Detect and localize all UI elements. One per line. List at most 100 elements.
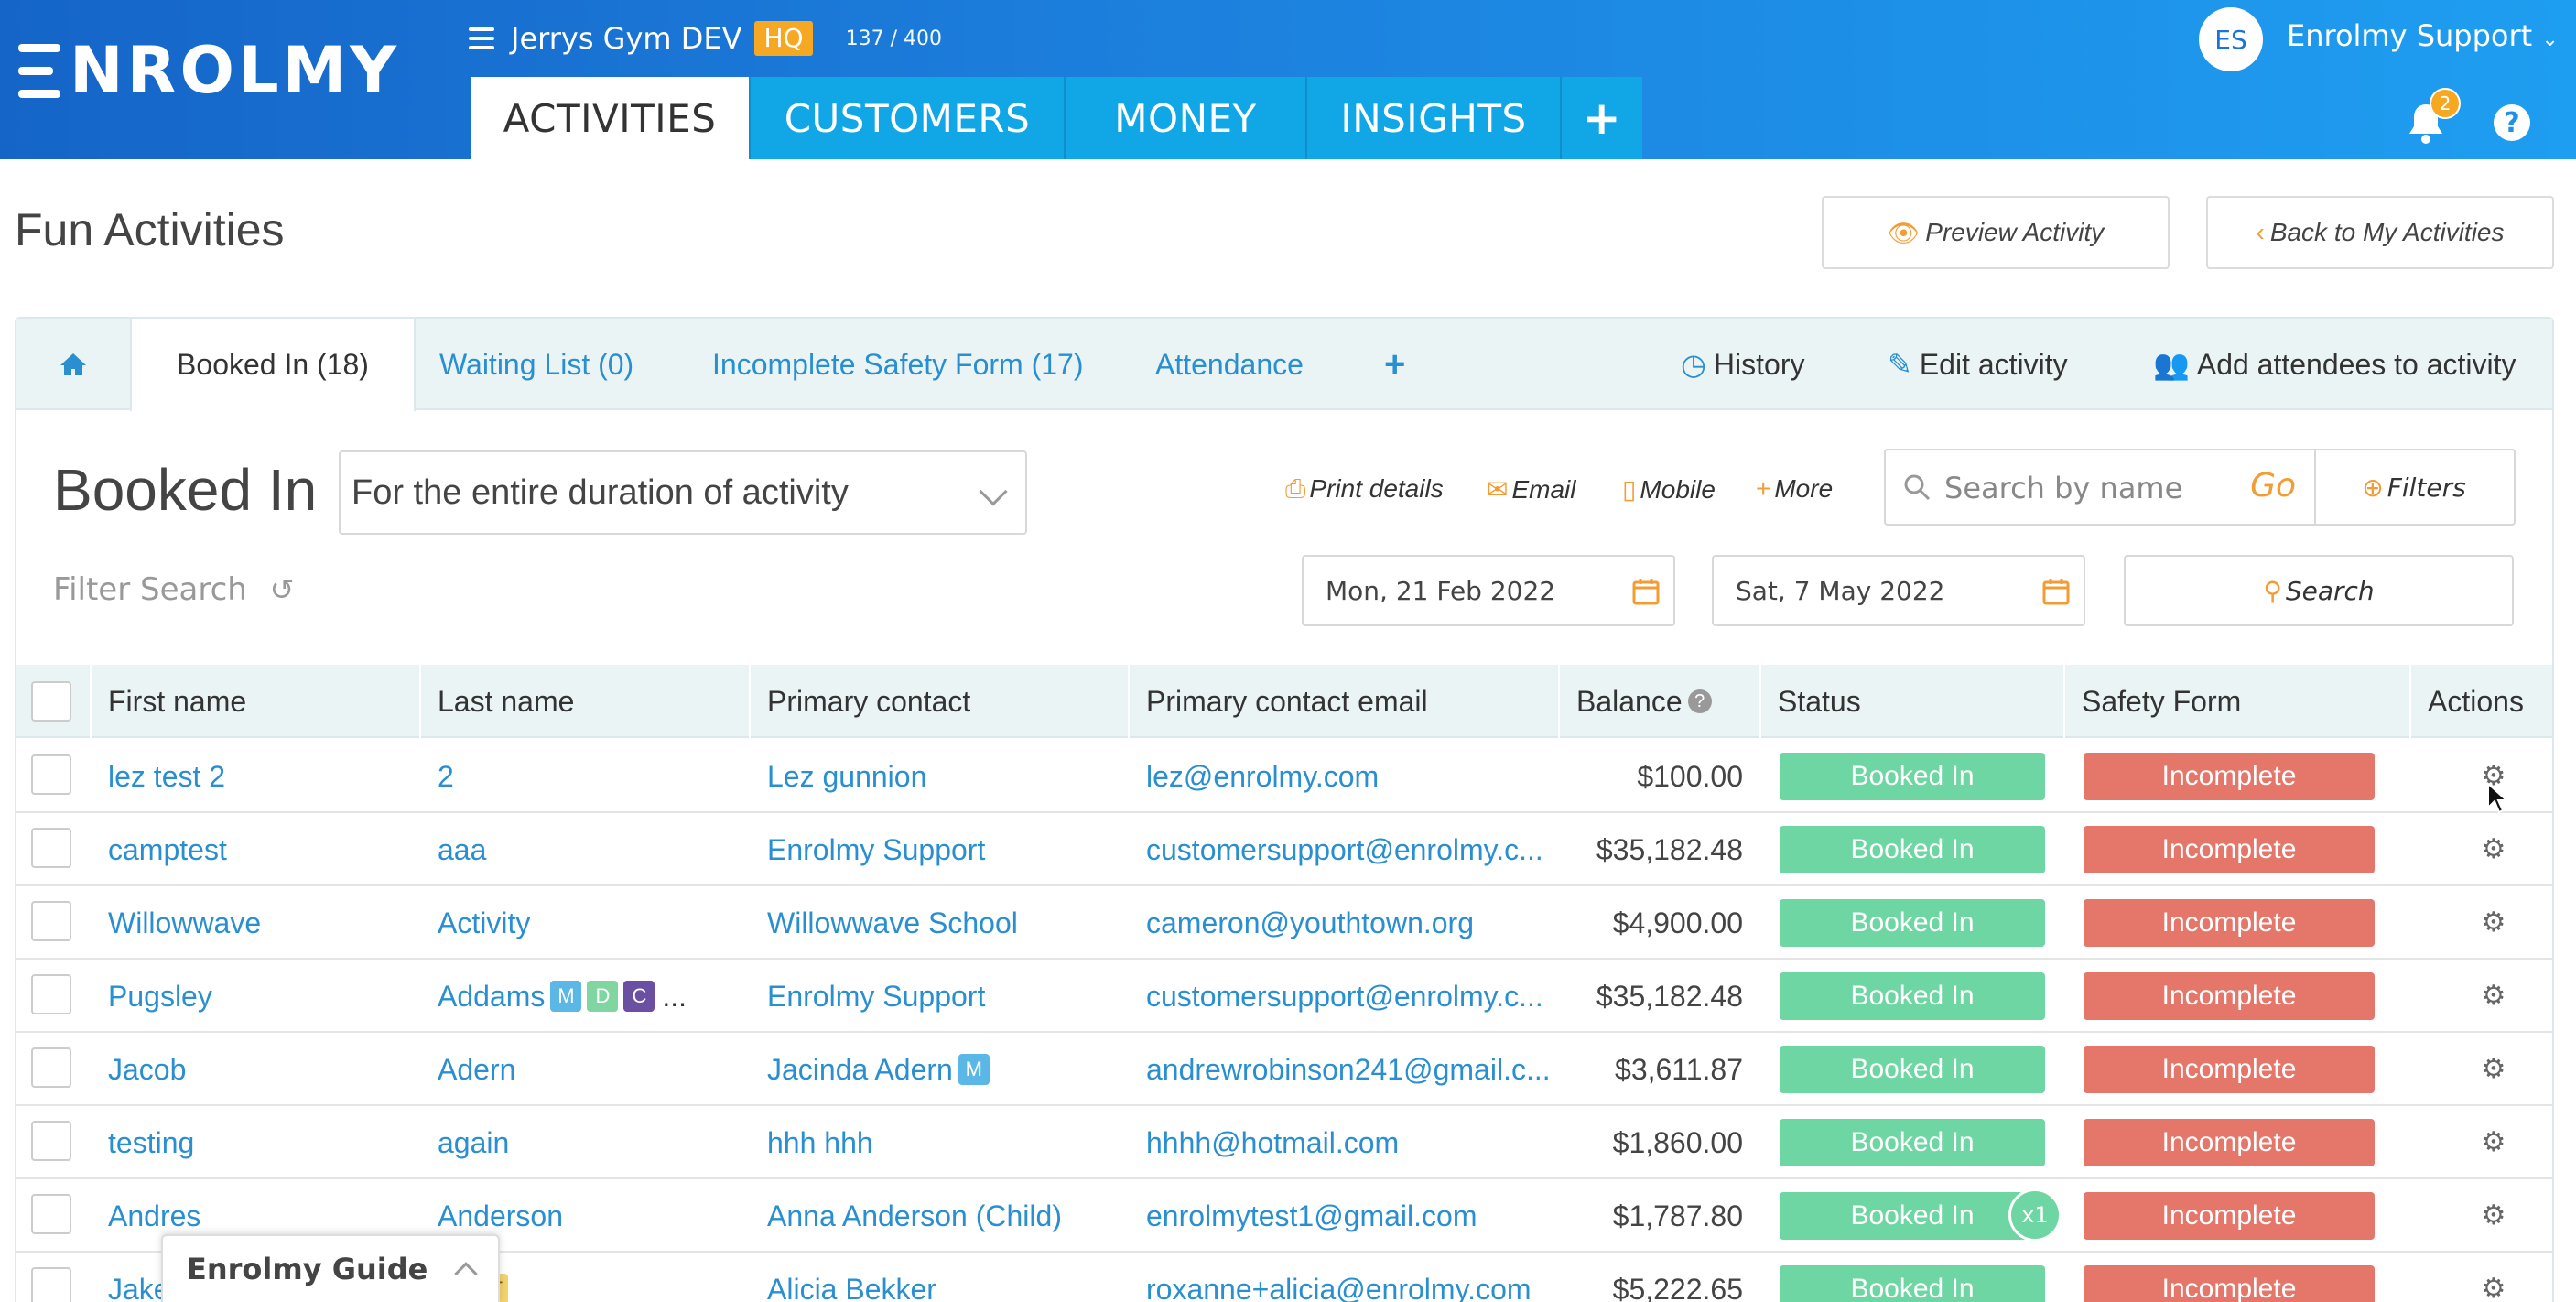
add-subtab-button[interactable]: +: [1384, 319, 1405, 410]
col-status[interactable]: Status: [1759, 665, 2065, 738]
filters-button[interactable]: ⊕ Filters: [2314, 449, 2516, 526]
first-name-link[interactable]: testing: [108, 1106, 419, 1179]
last-name-link[interactable]: again: [438, 1126, 509, 1160]
tab-activities[interactable]: ACTIVITIES: [471, 77, 751, 159]
status-badge[interactable]: Booked In: [1780, 1119, 2045, 1166]
tab-customers[interactable]: CUSTOMERS: [751, 77, 1066, 159]
last-name-link[interactable]: Addams: [438, 980, 545, 1014]
email-link[interactable]: customersupport@enrolmy.c...: [1146, 813, 1558, 886]
email-link[interactable]: enrolmytest1@gmail.com: [1146, 1179, 1558, 1253]
help-icon[interactable]: ?: [2494, 104, 2530, 141]
add-attendees-link[interactable]: 👥 Add attendees to activity: [2153, 319, 2516, 410]
home-tab[interactable]: [16, 319, 130, 410]
tab-waiting-list[interactable]: Waiting List (0): [439, 319, 633, 410]
preview-activity-button[interactable]: 👁 Preview Activity: [1822, 196, 2170, 269]
chevron-up-icon[interactable]: [454, 1262, 478, 1286]
question-circle-icon[interactable]: ?: [1687, 689, 1712, 713]
email-link[interactable]: andrewrobinson241@gmail.c...: [1146, 1033, 1558, 1106]
gear-icon[interactable]: ⚙: [2481, 836, 2506, 863]
col-primary-contact[interactable]: Primary contact: [749, 665, 1130, 738]
primary-contact-link[interactable]: hhh hhh: [767, 1126, 873, 1160]
primary-contact-link[interactable]: Willowwave School: [767, 906, 1018, 940]
col-primary-contact-email[interactable]: Primary contact email: [1128, 665, 1560, 738]
row-checkbox[interactable]: [31, 974, 71, 1014]
tab-incomplete-safety-form[interactable]: Incomplete Safety Form (17): [712, 319, 1083, 410]
gear-icon[interactable]: ⚙: [2481, 1275, 2506, 1302]
last-name-link[interactable]: aaa: [438, 833, 486, 867]
col-balance[interactable]: Balance?: [1558, 665, 1761, 738]
safety-form-badge[interactable]: Incomplete: [2084, 972, 2375, 1020]
status-badge[interactable]: Booked In: [1780, 899, 2045, 947]
edit-activity-link[interactable]: ✎ Edit activity: [1888, 319, 2068, 410]
primary-contact-link[interactable]: Jacinda Adern: [767, 1053, 953, 1087]
status-badge[interactable]: Booked In: [1780, 753, 2045, 800]
gear-icon[interactable]: ⚙: [2481, 1129, 2506, 1156]
enrolmy-guide-widget[interactable]: Enrolmy Guide: [161, 1234, 500, 1302]
status-badge[interactable]: Booked In: [1780, 972, 2045, 1020]
primary-contact-link[interactable]: Anna Anderson (Child): [767, 1199, 1062, 1233]
duration-select[interactable]: For the entire duration of activity: [339, 450, 1027, 535]
tab-booked-in[interactable]: Booked In (18): [130, 319, 416, 412]
col-safety-form[interactable]: Safety Form: [2063, 665, 2411, 738]
primary-contact-link[interactable]: Enrolmy Support: [767, 833, 985, 867]
row-checkbox[interactable]: [31, 1194, 71, 1234]
user-name[interactable]: Enrolmy Support: [2287, 18, 2532, 53]
date-from-input[interactable]: Mon, 21 Feb 2022: [1302, 555, 1675, 626]
email-link[interactable]: ✉ Email: [1487, 474, 1575, 505]
email-link[interactable]: roxanne+alicia@enrolmy.com: [1146, 1253, 1558, 1302]
add-tab-button[interactable]: +: [1562, 77, 1642, 159]
email-link[interactable]: cameron@youthtown.org: [1146, 886, 1558, 960]
status-badge[interactable]: Booked In: [1780, 1192, 2045, 1240]
date-to-input[interactable]: Sat, 7 May 2022: [1712, 555, 2085, 626]
search-input[interactable]: Search by name Go: [1884, 449, 2316, 526]
mobile-link[interactable]: ▯ Mobile: [1622, 474, 1716, 505]
last-name-link[interactable]: Adern: [438, 1053, 515, 1087]
email-link[interactable]: customersupport@enrolmy.c...: [1146, 960, 1558, 1033]
first-name-link[interactable]: Pugsley: [108, 960, 419, 1033]
first-name-link[interactable]: lez test 2: [108, 740, 419, 813]
reset-icon[interactable]: ↺: [270, 572, 295, 607]
last-name-link[interactable]: 2: [438, 760, 454, 794]
safety-form-badge[interactable]: Incomplete: [2084, 899, 2375, 947]
safety-form-badge[interactable]: Incomplete: [2084, 753, 2375, 800]
row-checkbox[interactable]: [31, 1121, 71, 1161]
search-button[interactable]: ⚲ Search: [2124, 555, 2514, 626]
col-first-name[interactable]: First name: [90, 665, 421, 738]
tab-insights[interactable]: INSIGHTS: [1307, 77, 1562, 159]
history-link[interactable]: ◷ History: [1681, 319, 1804, 410]
first-name-link[interactable]: Willowwave: [108, 886, 419, 960]
row-checkbox[interactable]: [31, 828, 71, 868]
row-checkbox[interactable]: [31, 901, 71, 941]
first-name-link[interactable]: Jacob: [108, 1033, 419, 1106]
gear-icon[interactable]: ⚙: [2481, 909, 2506, 937]
row-checkbox[interactable]: [31, 1267, 71, 1302]
gear-icon[interactable]: ⚙: [2481, 982, 2506, 1010]
menu-icon[interactable]: [469, 27, 494, 49]
status-badge[interactable]: Booked In: [1780, 1046, 2045, 1093]
safety-form-badge[interactable]: Incomplete: [2084, 1265, 2375, 1302]
safety-form-badge[interactable]: Incomplete: [2084, 1192, 2375, 1240]
primary-contact-link[interactable]: Alicia Bekker: [767, 1273, 936, 1302]
calendar-icon[interactable]: [1631, 577, 1661, 606]
last-name-link[interactable]: Activity: [438, 906, 530, 940]
tab-attendance[interactable]: Attendance: [1155, 319, 1304, 410]
gear-icon[interactable]: ⚙: [2481, 1056, 2506, 1083]
tab-money[interactable]: MONEY: [1066, 77, 1307, 159]
more-link[interactable]: + More: [1756, 474, 1833, 504]
go-button[interactable]: Go: [2250, 467, 2296, 505]
gym-selector[interactable]: Jerrys Gym DEV HQ 137 / 400: [469, 20, 942, 57]
calendar-icon[interactable]: [2041, 577, 2071, 606]
row-checkbox[interactable]: [31, 1047, 71, 1088]
safety-form-badge[interactable]: Incomplete: [2084, 1046, 2375, 1093]
back-to-activities-button[interactable]: ‹ Back to My Activities: [2206, 196, 2554, 269]
primary-contact-link[interactable]: Enrolmy Support: [767, 980, 985, 1014]
email-link[interactable]: lez@enrolmy.com: [1146, 740, 1558, 813]
filter-search[interactable]: Filter Search ↺: [53, 571, 294, 608]
last-name-link[interactable]: Anderson: [438, 1199, 563, 1233]
gym-name[interactable]: Jerrys Gym DEV: [511, 21, 741, 56]
print-details-link[interactable]: ⎙ Print details: [1285, 474, 1444, 505]
primary-contact-link[interactable]: Lez gunnion: [767, 760, 926, 794]
row-checkbox[interactable]: [31, 754, 71, 795]
email-link[interactable]: hhhh@hotmail.com: [1146, 1106, 1558, 1179]
safety-form-badge[interactable]: Incomplete: [2084, 1119, 2375, 1166]
